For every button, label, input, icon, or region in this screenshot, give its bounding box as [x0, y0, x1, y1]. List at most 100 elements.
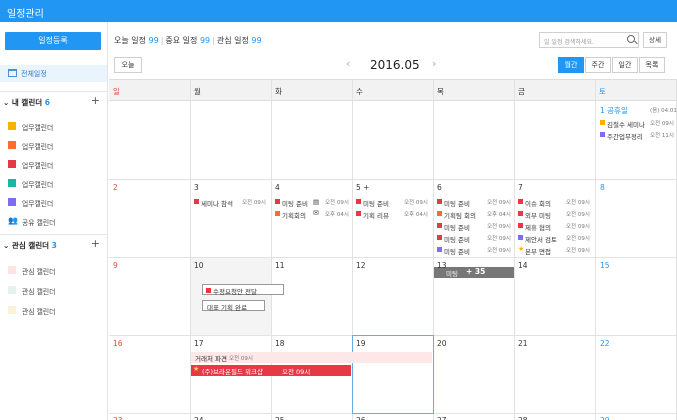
- sidebar-interest-item[interactable]: 관심 캘린더: [0, 282, 107, 298]
- sidebar-calendar-item[interactable]: 업무캘린더: [0, 175, 107, 191]
- calendar-event[interactable]: 기획 리뷰 오후 04시: [356, 209, 432, 220]
- day-cell-19[interactable]: 19: [356, 339, 366, 348]
- multi-day-event[interactable]: ★ (주)브라운필드 워크샵 오전 09시: [191, 365, 351, 376]
- calendar-label: 업무캘린더: [22, 124, 54, 132]
- app-title: 일정관리: [7, 9, 44, 20]
- day-cell-16[interactable]: 16: [113, 339, 123, 348]
- people-icon: 👥: [8, 216, 18, 225]
- day-cell-21[interactable]: 21: [518, 339, 528, 348]
- today-button[interactable]: 오늘: [114, 57, 142, 73]
- calendar-event[interactable]: 미팅 준비 오전 09시: [437, 197, 513, 208]
- search-input[interactable]: 일 일정 검색하세요.: [539, 32, 639, 48]
- today-schedule-link[interactable]: 오늘 일정 99: [114, 36, 159, 45]
- register-schedule-button[interactable]: 일정등록: [5, 32, 101, 50]
- color-swatch: [8, 160, 16, 168]
- day-cell-4[interactable]: 4: [275, 183, 280, 192]
- add-my-calendar-button[interactable]: +: [91, 94, 100, 107]
- tab-monthly[interactable]: 월간: [558, 57, 584, 73]
- important-schedule-link[interactable]: 중요 일정 99: [165, 36, 210, 45]
- chevron-down-icon: ⌄: [3, 241, 10, 250]
- calendar-label: 관심 캘린더: [22, 288, 56, 296]
- tab-weekly[interactable]: 주간: [585, 57, 611, 73]
- day-cell-8[interactable]: 8: [600, 183, 605, 192]
- calendar-label: 업무캘린더: [22, 143, 54, 151]
- weekday-sun: 일: [113, 87, 120, 96]
- color-swatch: [8, 141, 16, 149]
- sidebar-shared-calendar[interactable]: 👥 공유 캘린더: [0, 213, 107, 229]
- day-cell-3[interactable]: 3: [194, 183, 199, 192]
- interest-calendar-header[interactable]: ⌄ 관심 캘린더 3 +: [0, 234, 107, 254]
- sidebar-item-all-schedules[interactable]: 전체일정: [0, 65, 107, 82]
- sidebar-interest-item[interactable]: 관심 캘린더: [0, 302, 107, 318]
- day-cell-2[interactable]: 2: [113, 183, 118, 192]
- day-cell-5[interactable]: 5 +: [356, 183, 369, 192]
- day-cell-18[interactable]: 18: [275, 339, 285, 348]
- sidebar: 일정등록 전체일정 ⌄ 내 캘린더 6 + 업무캘린더 업무캘린더 업무캘린더 …: [0, 22, 108, 420]
- calendar-event[interactable]: 기획회의 ✉ 오후 04시: [275, 209, 351, 220]
- calendar-event[interactable]: 미팅 준비 오전 09시: [437, 245, 513, 256]
- weekday-thu: 목: [437, 87, 444, 96]
- sidebar-item-label: 전체일정: [21, 70, 47, 78]
- calendar-event[interactable]: 제휴 협의 오전 09시: [518, 221, 594, 232]
- sidebar-calendar-item[interactable]: 업무캘린더: [0, 156, 107, 172]
- tab-daily[interactable]: 일간: [612, 57, 638, 73]
- day-cell-15[interactable]: 15: [600, 261, 610, 270]
- month-grid: 일 월 화 수 목 금 토 1 공휴일 (음) 04.01 김철수 세미나 오전 …: [109, 79, 677, 420]
- month-title: 2016.05: [370, 58, 420, 72]
- calendar-event[interactable]: 외부 미팅 오전 09시: [518, 209, 594, 220]
- day-cell-29[interactable]: 29: [600, 416, 610, 420]
- day-cell-11[interactable]: 11: [275, 261, 285, 270]
- calendar-event[interactable]: 미팅 준비 오전 09시: [437, 233, 513, 244]
- calendar-event[interactable]: 미팅 준비 오전 09시: [356, 197, 432, 208]
- day-cell-26[interactable]: 26: [356, 416, 366, 420]
- calendar-event[interactable]: 미팅 준비 ▤ 오전 09시: [275, 197, 351, 208]
- day-cell-25[interactable]: 25: [275, 416, 285, 420]
- sidebar-calendar-item[interactable]: 업무캘린더: [0, 194, 107, 210]
- day-cell-6[interactable]: 6: [437, 183, 442, 192]
- calendar-event-draft[interactable]: 대표 기획 완료: [202, 300, 265, 312]
- section-label: 내 캘린더: [11, 98, 43, 107]
- star-icon: ★: [518, 245, 525, 253]
- day-cell-17[interactable]: 17: [194, 339, 204, 348]
- day-cell-12[interactable]: 12: [356, 261, 366, 270]
- day-cell-14[interactable]: 14: [518, 261, 528, 270]
- search-icon[interactable]: [627, 35, 635, 43]
- day-cell-13[interactable]: 13: [437, 261, 447, 270]
- day-cell-23[interactable]: 23: [113, 416, 123, 420]
- calendar-event[interactable]: 세미나 참석 오전 09시: [194, 197, 268, 208]
- day-cell-24[interactable]: 24: [194, 416, 204, 420]
- calendar-event[interactable]: 김철수 세미나 오전 09시: [600, 118, 674, 129]
- calendar-event[interactable]: 제안서 검토 오전 09시: [518, 233, 594, 244]
- multi-day-event[interactable]: 거래처 파견 오전 09시: [191, 352, 432, 363]
- day-cell-22[interactable]: 22: [600, 339, 610, 348]
- day-cell-10[interactable]: 10: [194, 261, 204, 270]
- calendar-event[interactable]: 주간업무정리 오전 11시: [600, 130, 674, 141]
- calendar-event-draft[interactable]: 수정요청안 전달: [202, 284, 284, 296]
- day-cell-28[interactable]: 28: [518, 416, 528, 420]
- day-cell-9[interactable]: 9: [113, 261, 118, 270]
- day-cell-20[interactable]: 20: [437, 339, 447, 348]
- sidebar-interest-item[interactable]: 관심 캘린더: [0, 262, 107, 278]
- main-panel: 오늘 일정 99 | 중요 일정 99 | 관심 일정 99 일 일정 검색하세요. 상…: [108, 22, 677, 420]
- interest-schedule-link[interactable]: 관심 일정 99: [217, 36, 262, 45]
- calendar-label: 관심 캘린더: [22, 268, 56, 276]
- tab-list[interactable]: 목록: [639, 57, 665, 73]
- detail-search-button[interactable]: 상세: [643, 32, 667, 48]
- top-bar: 일정관리: [0, 0, 677, 22]
- calendar-icon: [8, 69, 17, 77]
- calendar-event[interactable]: 미팅 준비 오전 09시: [437, 221, 513, 232]
- calendar-event[interactable]: 기획팀 회의 오후 04시: [437, 209, 513, 220]
- my-calendar-header[interactable]: ⌄ 내 캘린더 6 +: [0, 91, 107, 111]
- sidebar-calendar-item[interactable]: 업무캘린더: [0, 137, 107, 153]
- prev-month-button[interactable]: ‹: [346, 57, 350, 70]
- day-cell-1[interactable]: 1 공휴일: [600, 105, 628, 116]
- day-cell-27[interactable]: 27: [437, 416, 447, 420]
- calendar-event[interactable]: 이슈 회의 오전 09시: [518, 197, 594, 208]
- day-cell-7[interactable]: 7: [518, 183, 523, 192]
- next-month-button[interactable]: ›: [432, 57, 436, 70]
- calendar-event[interactable]: ★ 본부 면접 오전 09시: [518, 245, 594, 256]
- calendar-label: 공유 캘린더: [22, 219, 56, 227]
- schedule-summary: 오늘 일정 99 | 중요 일정 99 | 관심 일정 99: [114, 36, 262, 45]
- add-interest-calendar-button[interactable]: +: [91, 237, 100, 250]
- sidebar-calendar-item[interactable]: 업무캘린더: [0, 118, 107, 134]
